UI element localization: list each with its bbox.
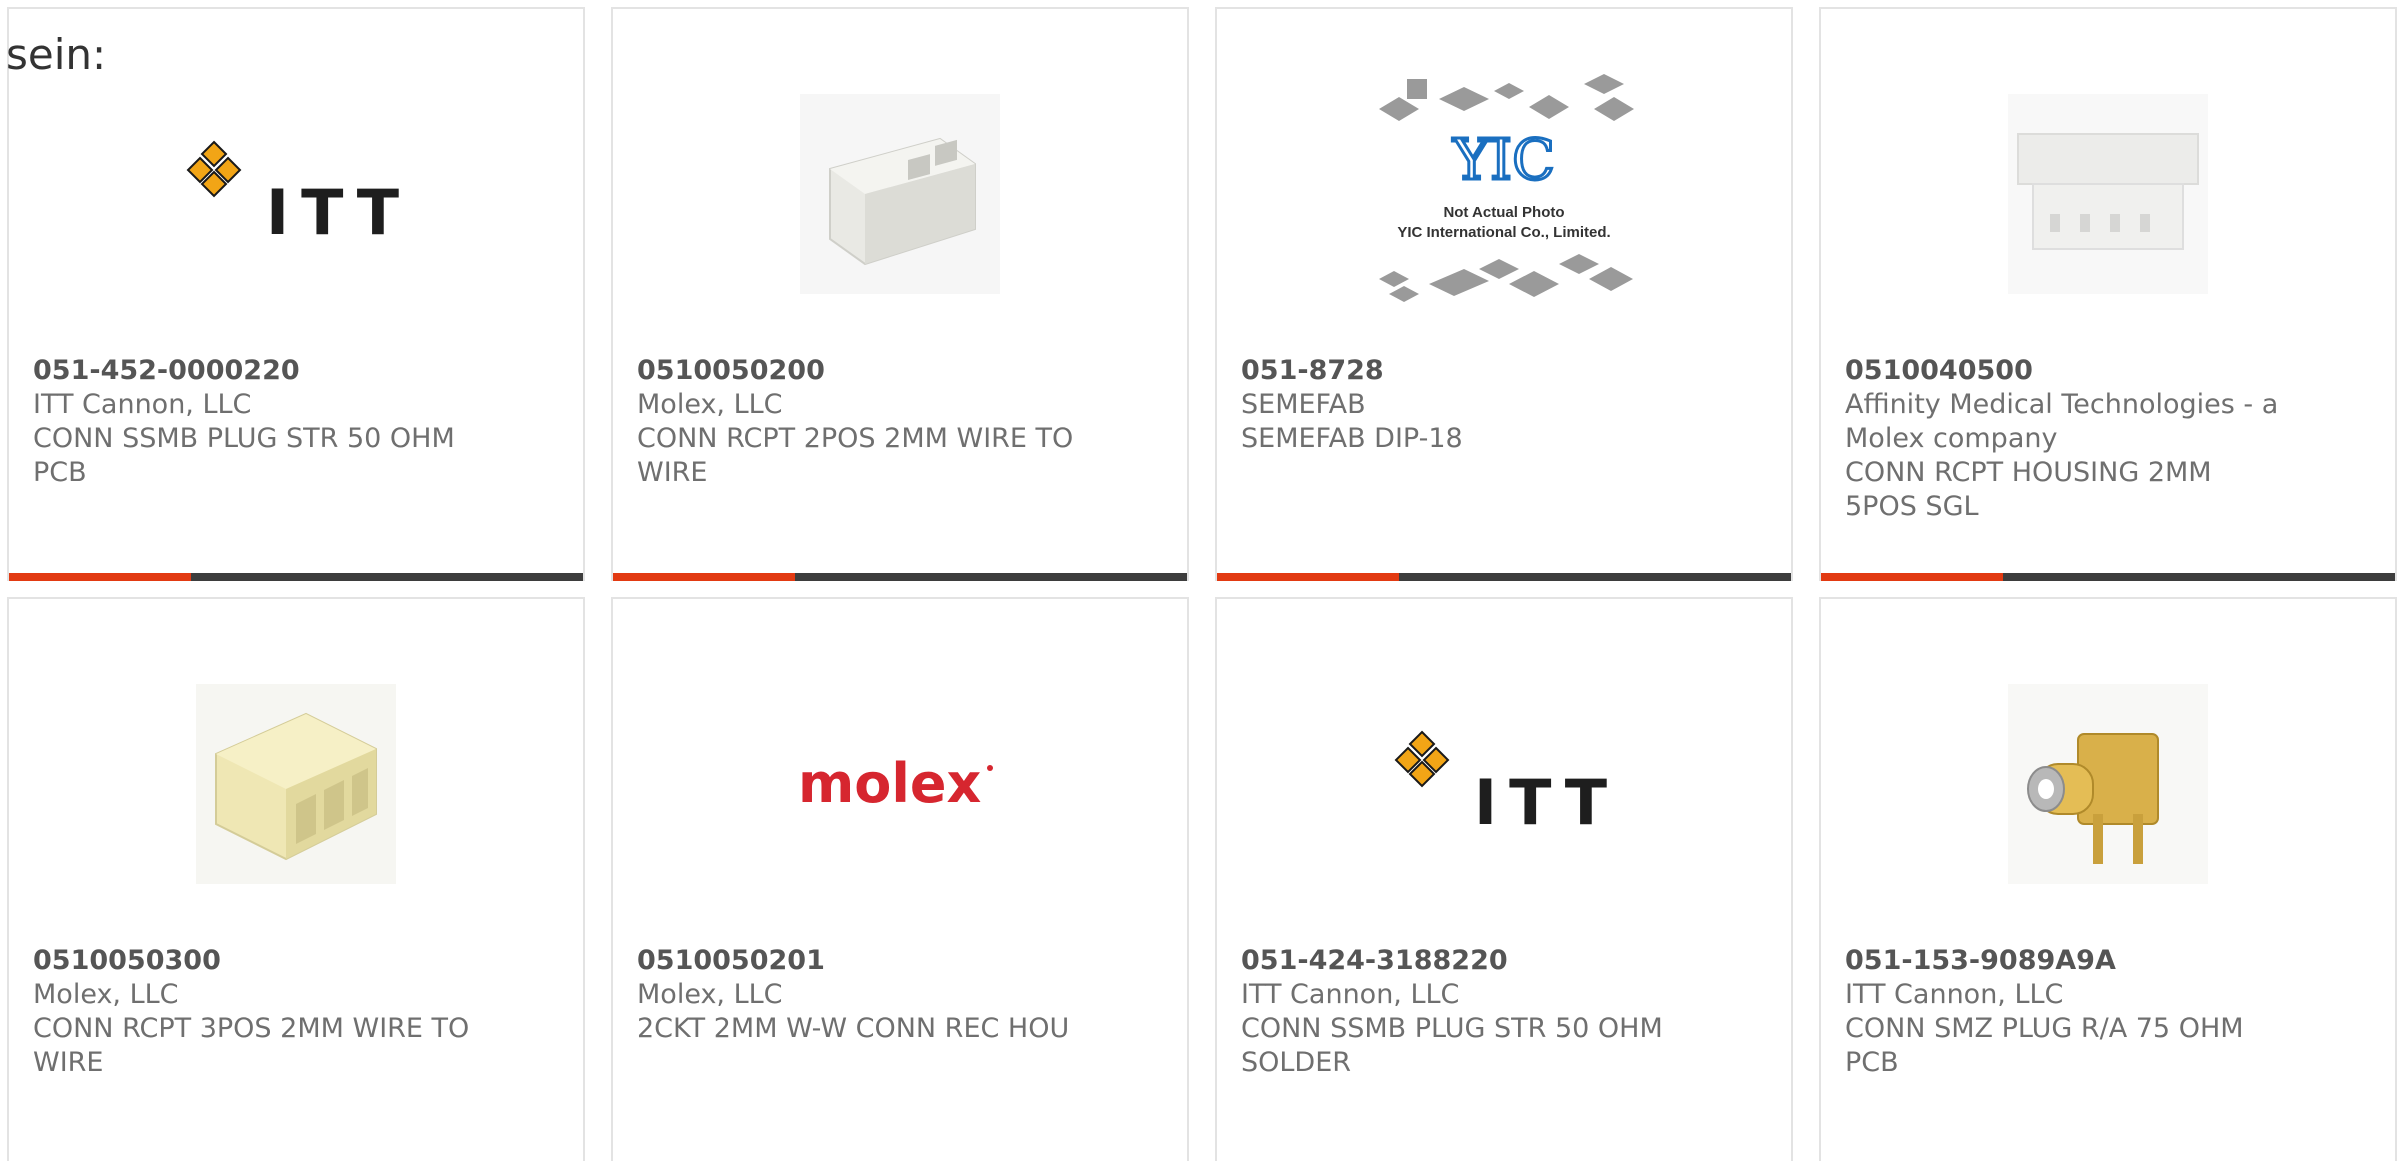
card-accent-bar [1217, 573, 1791, 581]
product-card[interactable]: 0510050200 Molex, LLC CONN RCPT 2POS 2MM… [611, 7, 1189, 581]
partial-heading-text: sein: [6, 30, 107, 79]
product-description: CONN RCPT 2POS 2MM WIRE TO WIRE [637, 423, 1074, 488]
part-number-link[interactable]: 0510050201 [637, 944, 1077, 978]
part-number-link[interactable]: 0510050300 [33, 944, 473, 978]
manufacturer-name: Molex, LLC [637, 979, 783, 1010]
part-number-link[interactable]: 051-153-9089A9A [1845, 944, 2285, 978]
part-number-link[interactable]: 051-424-3188220 [1241, 944, 1681, 978]
connector-photo [196, 684, 396, 884]
connector-photo [800, 94, 1000, 294]
product-image[interactable] [613, 69, 1187, 319]
card-accent-bar [9, 573, 583, 581]
product-card[interactable]: ITT 051-452-0000220 ITT Cannon, LLC CONN… [7, 7, 585, 581]
manufacturer-name: Molex, LLC [33, 979, 179, 1010]
yic-logo-text: YIC [1452, 128, 1555, 193]
product-description: CONN SSMB PLUG STR 50 OHM PCB [33, 423, 455, 488]
part-number-link[interactable]: 0510040500 [1845, 354, 2285, 388]
product-card[interactable]: 0510040500 Affinity Medical Technologies… [1819, 7, 2397, 581]
svg-text:ITT: ITT [266, 176, 411, 249]
product-card[interactable]: molex 0510050201 Molex, LLC 2CKT 2MM W-W… [611, 597, 1189, 1161]
product-description: CONN SMZ PLUG R/A 75 OHM PCB [1845, 1013, 2244, 1078]
manufacturer-name: SEMEFAB [1241, 389, 1366, 420]
not-actual-photo-text: Not Actual Photo [1443, 204, 1564, 221]
product-description: CONN RCPT 3POS 2MM WIRE TO WIRE [33, 1013, 470, 1078]
product-image[interactable]: ITT [9, 69, 583, 319]
connector-photo [2008, 94, 2208, 294]
yic-company-text: YIC International Co., Limited. [1397, 224, 1610, 241]
yic-not-actual-photo: YIC Not Actual Photo YIC International C… [1379, 74, 1634, 302]
product-image[interactable]: molex [613, 659, 1187, 909]
product-description: SEMEFAB DIP-18 [1241, 423, 1463, 454]
product-card[interactable]: YIC Not Actual Photo YIC International C… [1215, 7, 1793, 581]
product-image[interactable]: ITT [1217, 659, 1791, 909]
part-number-link[interactable]: 0510050200 [637, 354, 1077, 388]
product-image[interactable] [1821, 69, 2395, 319]
product-image[interactable]: YIC Not Actual Photo YIC International C… [1217, 69, 1791, 319]
product-description: 2CKT 2MM W-W CONN REC HOU [637, 1013, 1070, 1044]
product-image[interactable] [1821, 659, 2395, 909]
product-card[interactable]: ITT 051-424-3188220 ITT Cannon, LLC CONN… [1215, 597, 1793, 1161]
molex-logo-text: molex [798, 752, 982, 815]
manufacturer-name: ITT Cannon, LLC [1241, 979, 1460, 1010]
card-accent-bar [1821, 573, 2395, 581]
manufacturer-name: Molex, LLC [637, 389, 783, 420]
molex-logo: molex [798, 752, 993, 815]
product-card[interactable]: 051-153-9089A9A ITT Cannon, LLC CONN SMZ… [1819, 597, 2397, 1161]
manufacturer-name: ITT Cannon, LLC [33, 389, 252, 420]
itt-logo: ITT [186, 140, 411, 249]
part-number-link[interactable]: 051-8728 [1241, 354, 1681, 388]
product-grid-page: sein: ITT 051-452-0000220 ITT Cannon, LL… [0, 0, 2400, 1161]
manufacturer-name: ITT Cannon, LLC [1845, 979, 2064, 1010]
product-description: CONN SSMB PLUG STR 50 OHM SOLDER [1241, 1013, 1663, 1078]
part-number-link[interactable]: 051-452-0000220 [33, 354, 473, 388]
connector-photo [2008, 684, 2208, 884]
itt-logo: ITT [1394, 730, 1619, 839]
product-description: CONN RCPT HOUSING 2MM 5POS SGL [1845, 457, 2212, 522]
manufacturer-name: Affinity Medical Technologies - a Molex … [1845, 389, 2279, 454]
product-image[interactable] [9, 659, 583, 909]
card-accent-bar [613, 573, 1187, 581]
svg-text:ITT: ITT [1474, 766, 1619, 839]
product-card[interactable]: 0510050300 Molex, LLC CONN RCPT 3POS 2MM… [7, 597, 585, 1161]
